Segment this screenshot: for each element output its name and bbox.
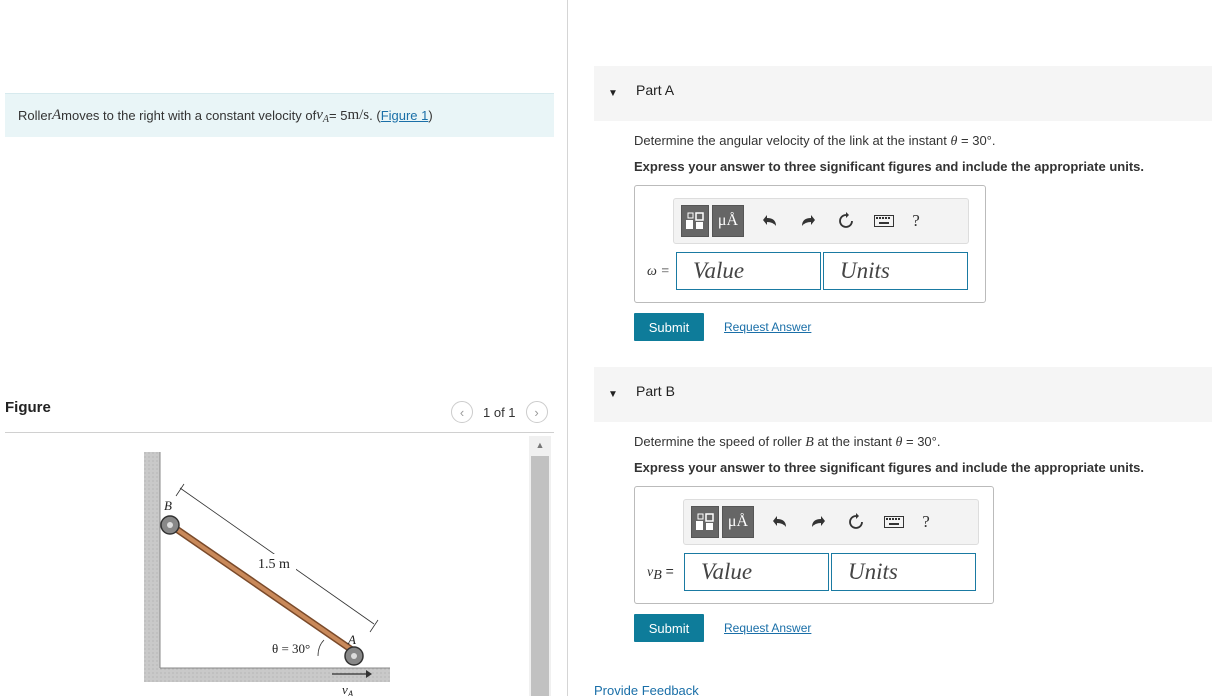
figure-nav: ‹ 1 of 1 › [451,401,548,423]
value-input[interactable]: Value [676,252,821,290]
template-icon [696,513,714,530]
figure-count: 1 of 1 [483,404,516,420]
math-toolbar: μÅ ? [673,198,969,244]
variable-a: A [51,107,62,123]
velocity-symbol: vA [316,106,329,125]
problem-text: Roller [18,108,52,123]
template-button[interactable] [691,506,719,538]
figure-scrollbar[interactable]: ▲ [529,436,551,696]
help-icon[interactable]: ? [900,205,932,237]
request-answer-link[interactable]: Request Answer [724,320,811,334]
label-a: A [347,632,356,647]
theta-label: θ = 30° [272,641,310,656]
figure-divider [5,432,554,433]
omega-label: ω = [647,264,670,279]
prev-figure-button[interactable]: ‹ [451,401,473,423]
link-bar-highlight [170,524,354,652]
caret-down-icon[interactable]: ▼ [608,88,618,99]
problem-text: moves to the right with a constant veloc… [61,108,317,123]
right-pane: ▼ Part A Determine the angular velocity … [568,0,1212,696]
mechanism-diagram: 1.5 m B A θ = 30° vA [144,452,390,696]
help-icon[interactable]: ? [910,506,942,538]
left-pane: Roller A moves to the right with a const… [0,0,567,696]
part-b-title: Part B [636,383,675,399]
units-input[interactable]: Units [831,553,976,591]
keyboard-icon[interactable] [878,506,910,538]
part-a-question: Determine the angular velocity of the li… [634,133,996,149]
part-a-title: Part A [636,82,675,98]
scroll-up-icon[interactable]: ▲ [529,436,551,454]
caret-down-icon[interactable]: ▼ [608,389,618,400]
template-button[interactable] [681,205,709,237]
roller-b-pin [167,522,173,528]
part-b-answer-box: μÅ ? vB = Value Units [634,486,994,604]
units-symbol-button[interactable]: μÅ [722,506,754,538]
submit-button[interactable]: Submit [634,313,704,341]
wall [144,452,160,680]
label-b: B [164,498,172,513]
problem-text: = 5 [329,108,348,123]
velocity-unit: m/s [347,107,370,123]
part-a-header[interactable]: ▼ Part A [594,66,1212,121]
figure-title: Figure [5,399,51,416]
vb-label: vB = [647,563,674,583]
problem-text: ) [428,108,433,123]
keyboard-icon[interactable] [868,205,900,237]
angle-arc [317,639,325,657]
chevron-left-icon: ‹ [459,404,465,420]
floor [144,668,390,682]
velocity-label: vA [342,682,354,696]
problem-text: . ( [369,108,381,123]
value-input[interactable]: Value [684,553,829,591]
part-a-answer-box: μÅ ? ω = Value Units [634,185,986,303]
submit-button[interactable]: Submit [634,614,704,642]
roller-a-pin [351,653,357,659]
part-a-instruction: Express your answer to three significant… [634,159,1144,174]
request-answer-link[interactable]: Request Answer [724,621,811,635]
redo-icon[interactable] [802,506,834,538]
length-label: 1.5 m [258,557,290,572]
reset-icon[interactable] [840,506,872,538]
undo-icon[interactable] [764,506,796,538]
template-icon [686,212,704,229]
part-b-header[interactable]: ▼ Part B [594,367,1212,422]
units-input[interactable]: Units [823,252,968,290]
redo-icon[interactable] [792,205,824,237]
math-toolbar: μÅ ? [683,499,979,545]
part-b-instruction: Express your answer to three significant… [634,460,1144,475]
part-b-question: Determine the speed of roller B at the i… [634,434,941,450]
scroll-thumb[interactable] [531,456,549,696]
units-symbol-button[interactable]: μÅ [712,205,744,237]
next-figure-button[interactable]: › [525,401,548,423]
problem-statement: Roller A moves to the right with a const… [5,93,554,137]
figure-link[interactable]: Figure 1 [381,108,429,123]
chevron-right-icon: › [534,404,539,420]
reset-icon[interactable] [830,205,862,237]
provide-feedback-link[interactable]: Provide Feedback [594,683,699,696]
mechanism-figure: 1.5 m B A θ = 30° vA [140,448,410,696]
undo-icon[interactable] [754,205,786,237]
